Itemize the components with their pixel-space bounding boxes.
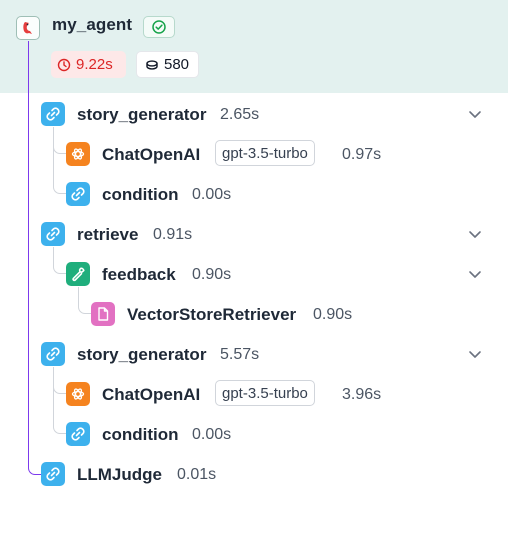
root-run-header[interactable]: my_agent 9.22s 580 [0, 0, 508, 93]
run-name: condition [102, 425, 179, 444]
run-duration: 0.97s [342, 146, 382, 163]
model-tag: gpt-3.5-turbo [215, 140, 315, 166]
openai-icon [66, 142, 90, 166]
clock-icon [57, 58, 71, 71]
chevron-down-icon[interactable] [467, 266, 483, 282]
chevron-down-icon[interactable] [467, 226, 483, 242]
run-name: story_generator [77, 345, 207, 364]
link-icon [41, 342, 65, 366]
run-name: ChatOpenAI [102, 385, 201, 404]
model-tag: gpt-3.5-turbo [215, 380, 315, 406]
run-duration: 0.01s [177, 466, 217, 483]
token-count-badge: 580 [136, 51, 199, 78]
run-duration: 0.00s [192, 426, 232, 443]
tree-connector [53, 247, 66, 274]
run-name: feedback [102, 265, 176, 284]
run-name: LLMJudge [77, 465, 162, 484]
token-count-value: 580 [164, 56, 190, 73]
link-icon [41, 222, 65, 246]
tree-trunk-line [28, 41, 29, 466]
link-icon [66, 182, 90, 206]
run-name: ChatOpenAI [102, 145, 201, 164]
document-icon [91, 302, 115, 326]
run-name: condition [102, 185, 179, 204]
run-duration: 0.00s [192, 186, 232, 203]
run-duration: 0.90s [192, 266, 232, 283]
run-duration: 2.65s [220, 106, 260, 123]
chevron-down-icon[interactable] [467, 346, 483, 362]
tree-connector [53, 367, 66, 434]
run-duration: 3.96s [342, 386, 382, 403]
parrot-icon [16, 16, 40, 40]
chevron-down-icon[interactable] [467, 106, 483, 122]
coins-icon [146, 59, 158, 70]
run-duration: 0.90s [313, 306, 353, 323]
link-icon [66, 422, 90, 446]
latency-value: 9.22s [76, 56, 113, 73]
tree-connector [28, 450, 41, 475]
run-duration: 5.57s [220, 346, 260, 363]
run-name: story_generator [77, 105, 207, 124]
link-icon [41, 462, 65, 486]
latency-badge: 9.22s [51, 51, 126, 78]
wrench-icon [66, 262, 90, 286]
run-duration: 0.91s [153, 226, 193, 243]
tree-connector [78, 287, 91, 314]
run-name: retrieve [77, 225, 139, 244]
openai-icon [66, 382, 90, 406]
run-name: VectorStoreRetriever [127, 305, 297, 324]
check-circle-icon [143, 16, 175, 38]
root-run-title[interactable]: my_agent [52, 15, 132, 35]
tree-connector [53, 127, 66, 194]
link-icon [41, 102, 65, 126]
